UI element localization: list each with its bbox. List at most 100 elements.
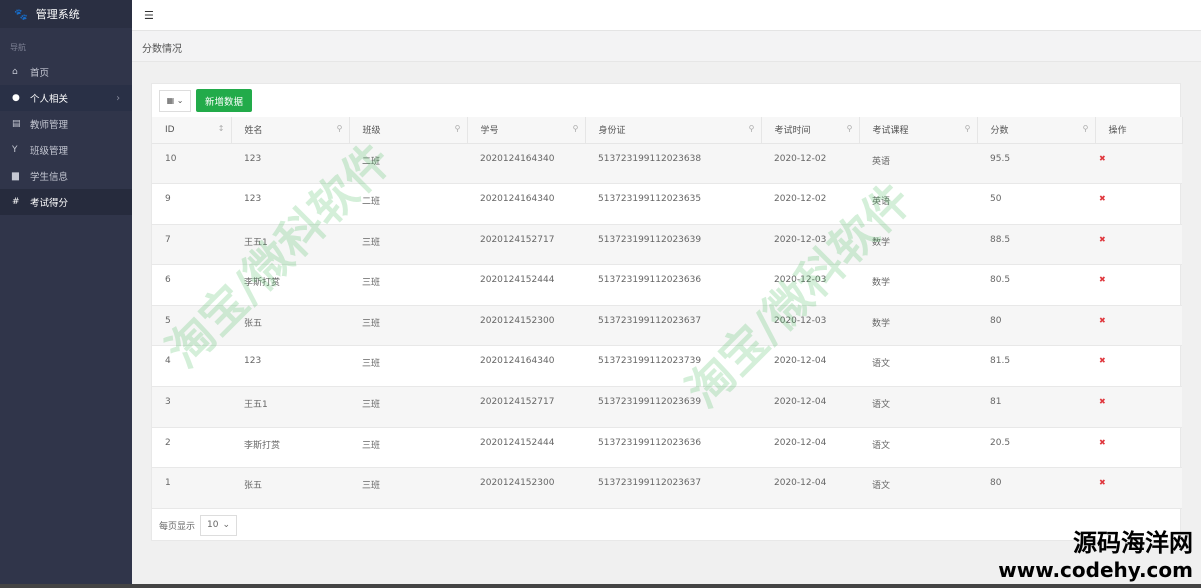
table-cell: 513723199112023636 [585,264,761,306]
grid-icon: ▦ [166,96,175,105]
table-cell: 80 [977,467,1095,509]
brand[interactable]: 🐾 管理系统 [0,0,132,28]
table-cell: 10 [152,143,231,185]
delete-icon[interactable]: ✖ [1095,264,1182,306]
column-header-label: 操作 [1108,126,1127,137]
add-data-button[interactable]: 新增数据 [196,89,253,112]
table-cell: 李斯打赏 [231,264,349,306]
sidebar-item-students[interactable]: ▆ 学生信息 [0,163,132,189]
delete-icon[interactable]: ✖ [1095,305,1182,347]
table-cell: 513723199112023637 [585,305,761,347]
table-cell: 数学 [859,305,977,347]
table-cell: 513723199112023739 [585,345,761,388]
search-icon[interactable]: ⚲ [847,124,853,133]
table-row: 10 123 二班 2020124164340 513723199112023638 20… [152,143,1182,185]
site-url: www.codehy.com [998,558,1193,582]
table-cell: 2020124152300 [467,467,585,509]
delete-icon[interactable]: ✖ [1095,386,1182,428]
table-cell: 7 [152,224,231,266]
table-cell: 王五1 [231,224,349,266]
site-watermark: 源码海洋网 www.codehy.com [998,523,1193,582]
delete-icon[interactable]: ✖ [1095,143,1182,185]
table-cell: 三班 [349,467,467,509]
table-cell: 6 [152,264,231,306]
column-header-label: 分数 [990,126,1009,137]
scores-table: ID ↕ 姓名 ⚲ 班级 ⚲ 学号 ⚲ 身份证 ⚲ 考试时间 ⚲ 考试课程 ⚲ 分数 ⚲ 操作 10 123 二班 2… [152,117,1183,509]
column-header[interactable]: 分数 ⚲ [977,117,1096,144]
table-cell: 三班 [349,427,467,469]
column-header-label: 考试时间 [774,126,811,137]
table-cell: 2020124152444 [467,427,585,469]
table-cell: 数学 [859,264,977,306]
table-cell: 数学 [859,224,977,266]
taskbar-strip [0,584,1201,588]
table-cell: 三班 [349,386,467,428]
column-header[interactable]: 考试时间 ⚲ [761,117,860,144]
search-icon[interactable]: ⚲ [455,124,461,133]
table-cell: 2020-12-04 [761,427,859,469]
search-icon[interactable]: ⚲ [965,124,971,133]
table-cell: 20.5 [977,427,1095,469]
table-cell: 2020-12-04 [761,345,859,388]
column-header[interactable]: 考试课程 ⚲ [859,117,978,144]
sidebar-item-teachers[interactable]: ▤ 教师管理 [0,111,132,137]
column-header[interactable]: 操作 [1095,117,1183,144]
sidebar-item-personal[interactable]: ● 个人相关 › [0,85,132,111]
column-header[interactable]: 班级 ⚲ [349,117,468,144]
sidebar-item-label: 教师管理 [30,120,69,131]
table-cell: 三班 [349,264,467,306]
breadcrumb: 分数情况 [132,31,1201,62]
table-cell: 2020124164340 [467,183,585,225]
chevron-down-icon: ⌄ [176,96,184,105]
sidebar-item-label: 班级管理 [30,146,69,157]
table-panel: ▦ ⌄ 新增数据 ID ↕ 姓名 ⚲ 班级 ⚲ 学号 ⚲ 身份证 ⚲ 考试时间 ⚲ 考试课程 ⚲ 分数 ⚲ 操作… [151,83,1183,541]
delete-icon[interactable]: ✖ [1095,467,1182,509]
table-cell: 二班 [349,183,467,225]
table-cell: 语文 [859,345,977,388]
table-cell: 513723199112023639 [585,224,761,266]
column-header[interactable]: ID ↕ [152,117,232,144]
table-cell: 2020124152300 [467,305,585,347]
table-cell: 张五 [231,305,349,347]
table-cell: 2020-12-02 [761,183,859,225]
table-cell: 张五 [231,467,349,509]
search-icon[interactable]: ⚲ [1083,124,1089,133]
table-cell: 81 [977,386,1095,428]
column-header[interactable]: 姓名 ⚲ [231,117,350,144]
table-cell: 1 [152,467,231,509]
table-cell: 2020124152717 [467,224,585,266]
search-icon[interactable]: ⚲ [573,124,579,133]
column-header-label: ID [165,124,175,135]
delete-icon[interactable]: ✖ [1095,345,1182,388]
delete-icon[interactable]: ✖ [1095,224,1182,266]
per-page-value: 10 [207,520,219,531]
table-cell: 二班 [349,143,467,185]
sidebar-item-label: 学生信息 [30,172,69,183]
table-cell: 2020-12-04 [761,467,859,509]
table-cell: 英语 [859,143,977,185]
search-icon[interactable]: ⚲ [337,124,343,133]
search-icon[interactable]: ⚲ [749,124,755,133]
table-cell: 513723199112023638 [585,143,761,185]
delete-icon[interactable]: ✖ [1095,427,1182,469]
table-row: 9 123 二班 2020124164340 513723199112023635 202… [152,183,1182,225]
column-header[interactable]: 学号 ⚲ [467,117,586,144]
column-header[interactable]: 身份证 ⚲ [585,117,762,144]
table-cell: 123 [231,345,349,388]
table-cell: 88.5 [977,224,1095,266]
sort-icon[interactable]: ↕ [218,124,225,133]
sidebar-item-label: 首页 [30,68,50,79]
per-page-select[interactable]: 10 ⌄ [200,514,238,536]
table-cell: 语文 [859,427,977,469]
table-cell: 513723199112023635 [585,183,761,225]
sidebar-item-home[interactable]: ⌂ 首页 [0,59,132,85]
delete-icon[interactable]: ✖ [1095,183,1182,225]
table-cell: 2020-12-03 [761,305,859,347]
table-cell: 123 [231,183,349,225]
columns-toggle-button[interactable]: ▦ ⌄ [159,89,191,112]
sidebar-item-scores[interactable]: # 考试得分 [0,189,132,215]
topbar: ☰ [132,0,1201,31]
menu-toggle-icon[interactable]: ☰ [144,9,154,22]
table-cell: 2020124164340 [467,143,585,185]
sidebar-item-classes[interactable]: Y 班级管理 [0,137,132,163]
